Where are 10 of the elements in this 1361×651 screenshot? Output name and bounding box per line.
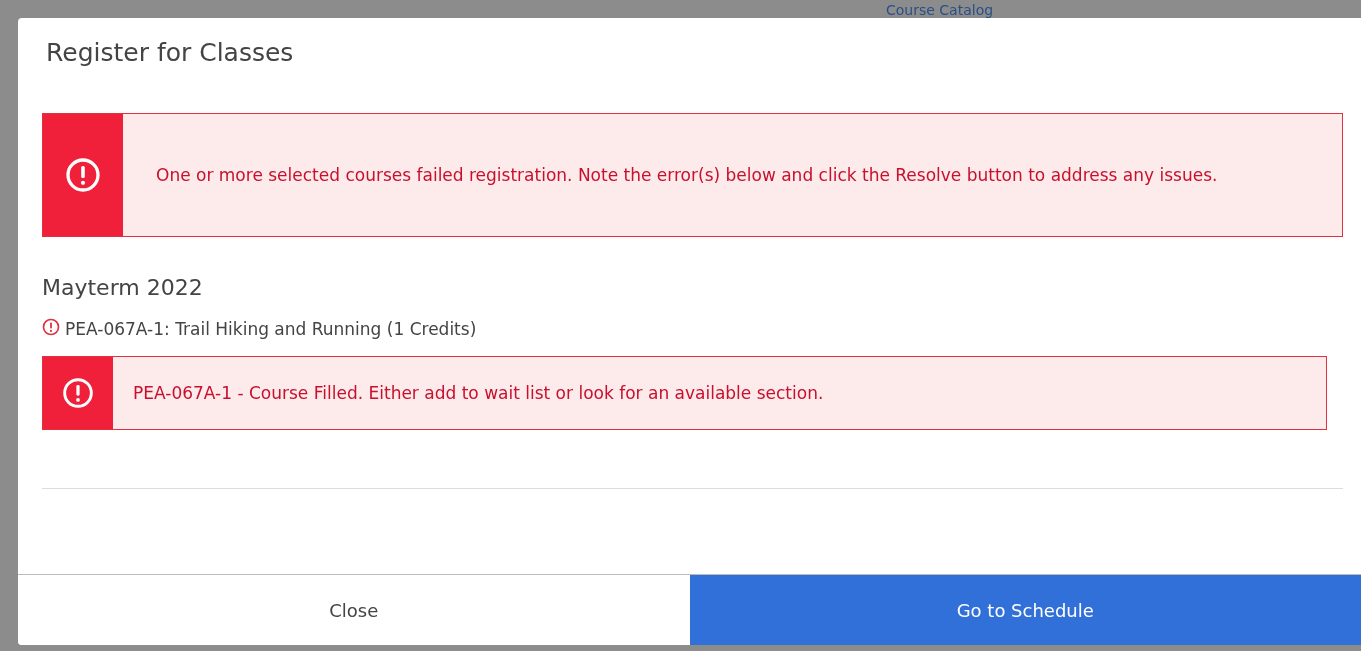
- course-catalog-link[interactable]: Course Catalog: [886, 2, 994, 18]
- alert-message: One or more selected courses failed registration. Note the error(s) below and click the Resolve button to address any issues.: [155, 163, 1219, 187]
- course-title: PEA-067A-1: Trail Hiking and Running (1 Credits): [65, 319, 477, 339]
- go-to-schedule-button[interactable]: Go to Schedule: [689, 575, 1361, 645]
- term-heading: Mayterm 2022: [42, 275, 204, 300]
- alert-icon: [42, 318, 60, 336]
- course-error-message: PEA-067A-1 - Course Filled. Either add to wait list or look for an available section.: [132, 381, 825, 405]
- dialog-title: Register for Classes: [45, 37, 295, 67]
- alert-icon: [65, 157, 101, 193]
- alert-icon: [62, 377, 94, 409]
